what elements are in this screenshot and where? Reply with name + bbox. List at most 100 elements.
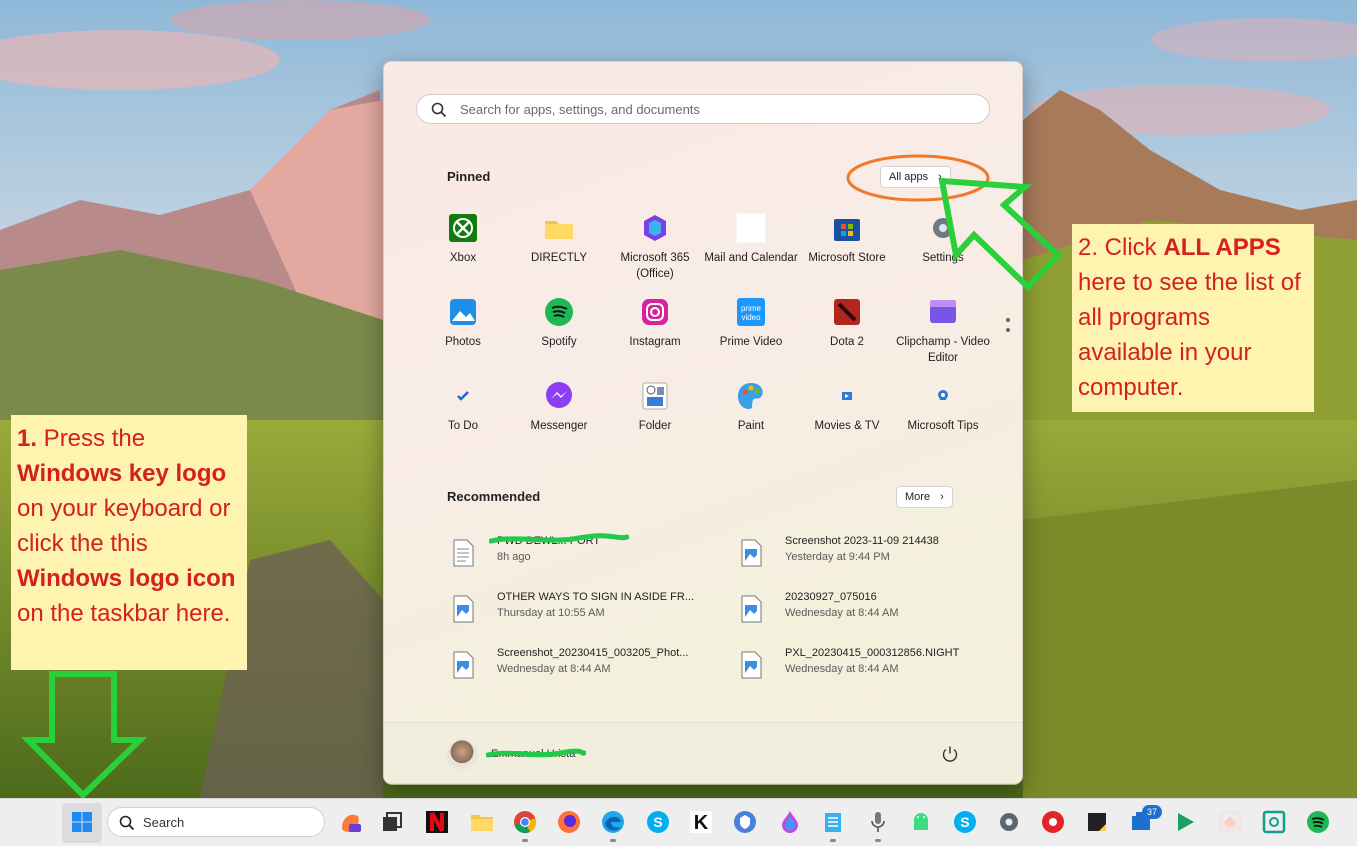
pinned-app[interactable]: Dota 2 — [799, 296, 895, 380]
pinned-apps-grid: Xbox DIRECTLY Microsoft 365 (Office) Mail a… — [415, 212, 991, 464]
pinned-app[interactable]: Folder — [607, 380, 703, 464]
pinned-app[interactable]: Paint — [703, 380, 799, 464]
file-explorer-icon[interactable] — [470, 810, 494, 834]
pinned-app[interactable]: Spotify — [511, 296, 607, 380]
pinned-app-label: Microsoft Store — [808, 252, 886, 264]
pinned-app[interactable]: Microsoft Store — [799, 212, 895, 296]
step2-bold-1: ALL APPS — [1163, 234, 1281, 261]
pinned-app[interactable]: Clipchamp - Video Editor — [895, 296, 991, 380]
store-icon — [834, 219, 860, 241]
sticky-notes-icon[interactable] — [1085, 810, 1109, 834]
skype-icon[interactable]: S — [953, 810, 977, 834]
drop-app-icon[interactable] — [778, 810, 802, 834]
recommended-item[interactable]: Screenshot 2023-11-09 214438 Yesterday at… — [740, 535, 1000, 575]
recommended-item-time: Wednesday at 8:44 AM — [785, 663, 899, 675]
pinned-app[interactable]: DIRECTLY — [511, 212, 607, 296]
pinned-app-label: Spotify — [541, 336, 577, 348]
pinned-app-label: Mail and Calendar — [704, 252, 798, 264]
user-account-button[interactable]: Emmanuel Urista — [446, 739, 606, 771]
svg-text:K: K — [694, 812, 709, 834]
spotify-icon — [545, 298, 573, 326]
pinned-app[interactable]: Movies & TV — [799, 380, 895, 464]
photos-icon — [450, 299, 476, 325]
pinned-app[interactable]: Messenger — [511, 380, 607, 464]
pinned-app-label: To Do — [447, 420, 479, 432]
settings-icon[interactable] — [997, 810, 1021, 834]
recommended-item[interactable]: Screenshot_20230415_003205_Phot... Wednes… — [452, 647, 712, 687]
firefox-icon[interactable] — [557, 810, 581, 834]
start-search-input[interactable]: Search for apps, settings, and documents — [416, 94, 990, 124]
page-dot — [1006, 318, 1010, 322]
pinned-app[interactable]: Mail and Calendar — [703, 212, 799, 296]
pinned-app[interactable]: Instagram — [607, 296, 703, 380]
netflix-icon[interactable] — [425, 810, 449, 834]
pinned-app-label: DIRECTLY — [530, 252, 588, 264]
pinned-app[interactable]: Microsoft Tips — [895, 380, 991, 464]
svg-text:S: S — [960, 814, 969, 830]
kaspersky-icon[interactable] — [1262, 810, 1286, 834]
spotify-icon[interactable] — [1306, 810, 1330, 834]
page-indicator[interactable] — [1005, 318, 1011, 338]
pinned-app-label: Folder — [638, 420, 672, 432]
svg-text:prime: prime — [741, 304, 762, 313]
pinned-app[interactable]: To Do — [415, 380, 511, 464]
annotation-step-1: 1. Press the Windows key logo on your ke… — [11, 415, 247, 670]
record-icon[interactable] — [1041, 810, 1065, 834]
svg-text:video: video — [741, 313, 761, 322]
recommended-item-name: Screenshot 2023-11-09 214438 — [785, 535, 939, 547]
android-icon[interactable] — [909, 810, 933, 834]
taskbar-search[interactable]: Search — [107, 807, 325, 837]
recommended-item-time: 8h ago — [497, 551, 531, 563]
pinned-app[interactable]: Photos — [415, 296, 511, 380]
windows-start-icon[interactable] — [70, 810, 94, 834]
copilot-icon[interactable] — [338, 810, 362, 834]
power-icon[interactable] — [941, 745, 959, 763]
todo-icon — [457, 391, 469, 401]
image-file-icon — [453, 595, 474, 623]
redaction-scribble — [489, 533, 629, 544]
pinned-app-label: Microsoft 365 (Office) — [620, 252, 690, 280]
pinned-app-label: Clipchamp - Video Editor — [896, 336, 990, 364]
pinned-app[interactable]: Microsoft 365 (Office) — [607, 212, 703, 296]
running-indicator — [522, 839, 528, 842]
running-indicator — [610, 839, 616, 842]
edge-icon[interactable] — [601, 810, 625, 834]
start-footer: Emmanuel Urista — [384, 722, 1022, 785]
tips-icon — [938, 390, 948, 400]
pinned-title: Pinned — [447, 169, 491, 184]
notification-badge: 37 — [1142, 805, 1162, 819]
play-games-icon[interactable] — [1174, 810, 1198, 834]
task-view-icon[interactable] — [380, 810, 404, 834]
messenger-icon — [546, 382, 572, 408]
image-file-icon — [741, 539, 762, 567]
image-file-icon — [741, 651, 762, 679]
running-indicator — [875, 839, 881, 842]
notepad-icon[interactable] — [821, 810, 845, 834]
shield-app-icon[interactable] — [733, 810, 757, 834]
step1-number: 1. — [17, 425, 38, 452]
recommended-item-name: OTHER WAYS TO SIGN IN ASIDE FR... — [497, 591, 695, 603]
anime-app-icon[interactable] — [1218, 810, 1242, 834]
step1-text-2: on your keyboard or click the this — [17, 495, 231, 557]
arrow-to-all-apps — [938, 177, 1063, 292]
k-app-icon[interactable]: K — [689, 810, 713, 834]
pinned-app-label: Paint — [737, 420, 765, 432]
step1-bold-1: Windows key logo — [17, 460, 227, 487]
pinned-app-label: Photos — [445, 336, 481, 348]
image-file-icon — [741, 595, 762, 623]
mic-icon[interactable] — [866, 810, 890, 834]
more-button[interactable]: More › — [896, 486, 953, 508]
taskbar: S K S Search 37 — [0, 798, 1357, 846]
movies-icon — [842, 392, 852, 400]
xbox-icon — [449, 214, 477, 242]
prime-video-icon: primevideo — [737, 298, 765, 326]
chrome-icon[interactable] — [513, 810, 537, 834]
recommended-item[interactable]: PXL_20230415_000312856.NIGHT Wednesday at… — [740, 647, 1000, 687]
pinned-app[interactable]: Xbox — [415, 212, 511, 296]
recommended-title: Recommended — [447, 489, 541, 504]
recommended-item[interactable]: OTHER WAYS TO SIGN IN ASIDE FR... Thursda… — [452, 591, 712, 631]
recommended-item[interactable]: 20230927_075016 Wednesday at 8:44 AM — [740, 591, 1000, 631]
folder-icon — [545, 221, 573, 239]
pinned-app[interactable]: prime video Prime Video — [703, 296, 799, 380]
skype-icon[interactable]: S — [646, 810, 670, 834]
